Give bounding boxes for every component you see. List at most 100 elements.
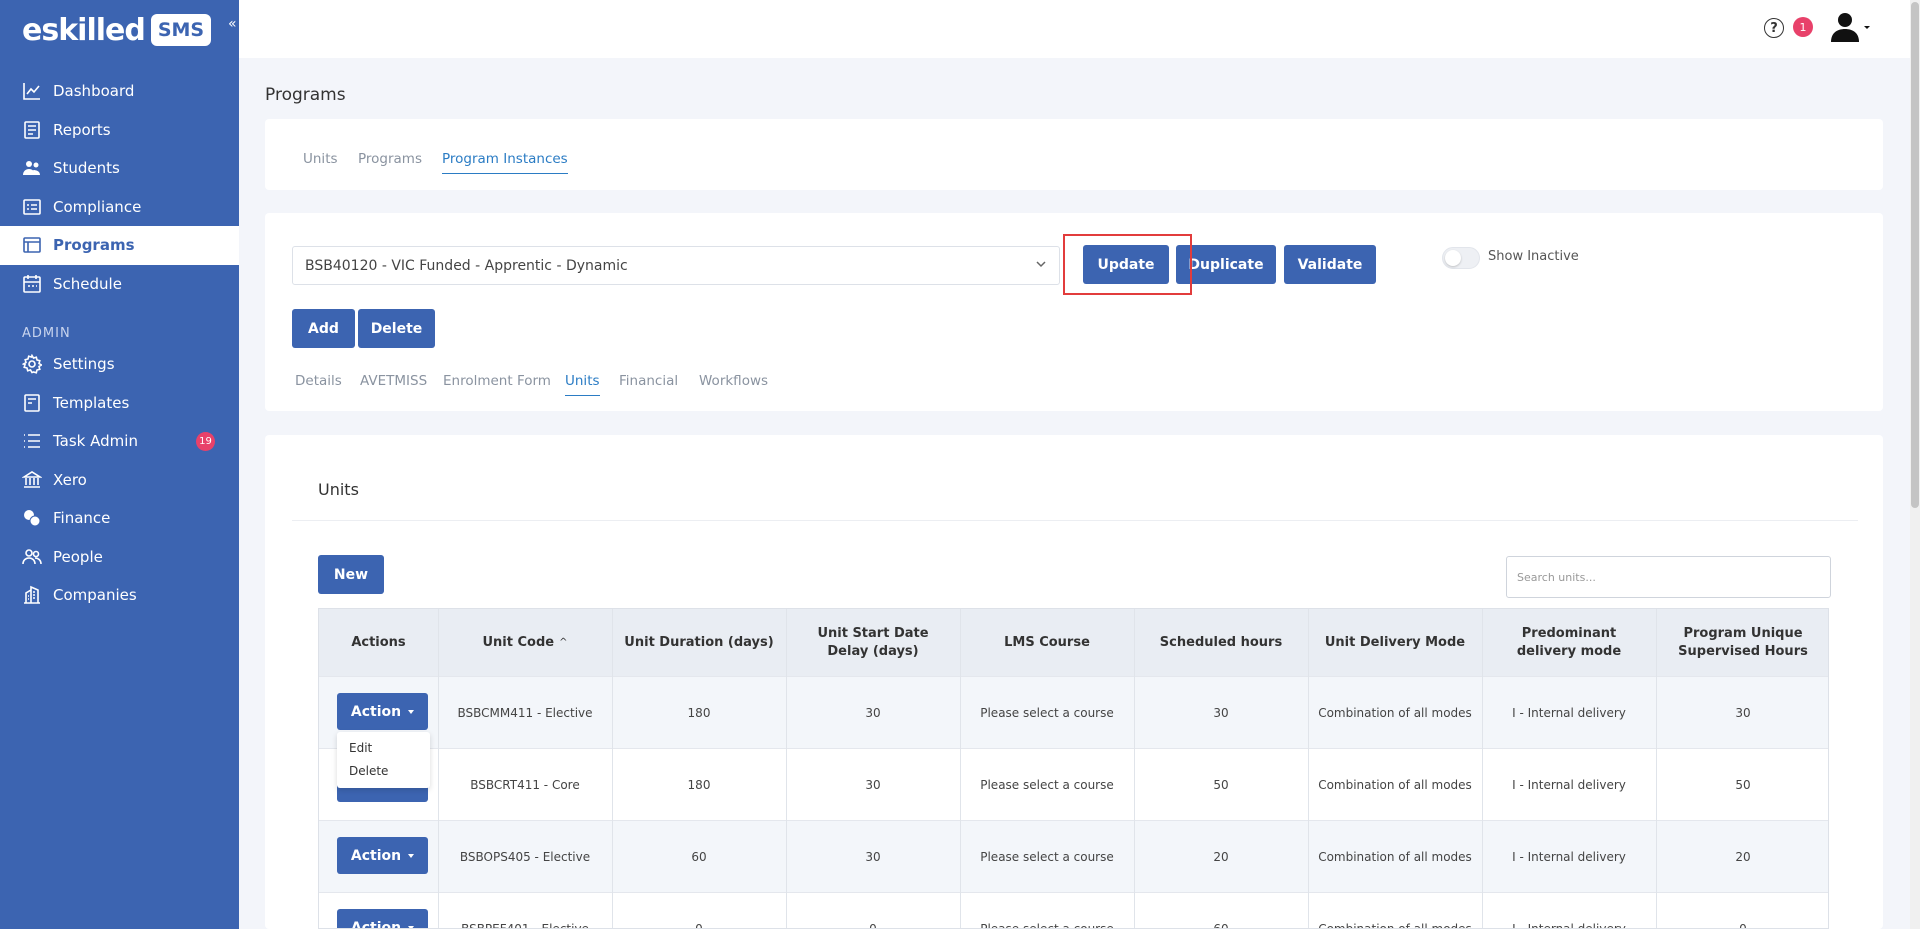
topbar: ? 1 xyxy=(239,0,1920,58)
action-dropdown-menu: Edit Delete xyxy=(337,732,430,788)
cell-scheduled-hours: 50 xyxy=(1213,778,1229,792)
col-unit-code[interactable]: Unit Code ^ xyxy=(438,609,612,676)
compliance-icon xyxy=(22,197,42,217)
search-units-input[interactable]: Search units... xyxy=(1506,556,1831,598)
sidebar-item-label: Xero xyxy=(53,470,87,489)
sidebar-item-templates[interactable]: Templates xyxy=(0,384,239,423)
sidebar-item-label: Templates xyxy=(53,393,130,412)
cell-scheduled-hours: 30 xyxy=(1213,706,1229,720)
sidebar-item-label: Dashboard xyxy=(53,82,135,101)
sidebar-item-xero[interactable]: Xero xyxy=(0,461,239,500)
column-separator xyxy=(1134,609,1135,928)
caret-down-icon xyxy=(408,925,415,928)
sidebar-item-dashboard[interactable]: Dashboard xyxy=(0,72,239,111)
cell-lms-course[interactable]: Please select a course xyxy=(960,677,1134,749)
people-icon xyxy=(22,547,42,567)
validate-button[interactable]: Validate xyxy=(1284,245,1376,284)
col-unit-delivery-mode: Unit Delivery Mode xyxy=(1324,634,1466,650)
help-icon[interactable]: ? xyxy=(1764,18,1784,38)
page-scrollbar-thumb[interactable] xyxy=(1911,2,1919,508)
new-unit-button[interactable]: New xyxy=(318,555,384,594)
column-separator xyxy=(1656,609,1657,928)
col-unit-duration: Unit Duration (days) xyxy=(624,634,774,650)
row-action-button[interactable]: Action xyxy=(337,909,428,929)
program-instance-controls-card: BSB40120 - VIC Funded - Apprentic - Dyna… xyxy=(265,213,1883,411)
coins-icon xyxy=(22,508,42,528)
program-instance-select-value: BSB40120 - VIC Funded - Apprentic - Dyna… xyxy=(305,257,628,274)
admin-section-label: ADMIN xyxy=(22,326,71,341)
cell-scheduled-hours: 20 xyxy=(1213,850,1229,864)
show-inactive-label: Show Inactive xyxy=(1488,249,1579,264)
cell-predominant-mode: I - Internal delivery xyxy=(1512,778,1626,792)
sidebar-item-label: Students xyxy=(53,159,120,178)
cell-start-delay: 30 xyxy=(865,850,881,864)
cell-lms-course[interactable]: Please select a course xyxy=(960,821,1134,893)
table-row: Action BSBCRT411 - Core 180 30 Please se… xyxy=(319,748,1828,821)
subtab-details[interactable]: Details xyxy=(295,373,342,389)
table-row: Action BSBOPS405 - Elective 60 30 Please… xyxy=(319,820,1828,893)
cell-lms-course[interactable]: Please select a course xyxy=(960,749,1134,821)
sidebar-item-schedule[interactable]: Schedule xyxy=(0,265,239,304)
column-separator xyxy=(786,609,787,928)
subtab-units[interactable]: Units xyxy=(565,373,600,396)
tab-program-instances[interactable]: Program Instances xyxy=(442,151,568,174)
sidebar-item-label: Settings xyxy=(53,355,115,374)
table-row: Action BSBPEF401 - Elective 0 0 Please s… xyxy=(319,892,1828,929)
sidebar-item-reports[interactable]: Reports xyxy=(0,111,239,150)
units-divider xyxy=(292,520,1858,521)
subtab-financial[interactable]: Financial xyxy=(619,373,678,389)
sidebar-item-people[interactable]: People xyxy=(0,538,239,577)
sidebar-item-programs[interactable]: Programs xyxy=(0,226,239,265)
row-action-button[interactable]: Action xyxy=(337,837,428,874)
dropdown-item-edit[interactable]: Edit xyxy=(349,741,372,755)
sidebar-item-settings[interactable]: Settings xyxy=(0,345,239,384)
logo-badge: SMS xyxy=(150,14,212,46)
col-program-unique-supervised-hours: Program Unique Supervised Hours xyxy=(1678,625,1808,659)
calendar-icon xyxy=(22,274,42,294)
sidebar-item-compliance[interactable]: Compliance xyxy=(0,188,239,227)
subtab-enrolment-form[interactable]: Enrolment Form xyxy=(443,373,551,389)
notification-badge[interactable]: 1 xyxy=(1793,17,1813,37)
cell-start-delay: 30 xyxy=(865,706,881,720)
sidebar-item-label: Programs xyxy=(53,236,135,255)
cell-supervised-hours: 0 xyxy=(1739,922,1747,929)
cell-unit-duration: 180 xyxy=(687,706,711,720)
cell-delivery-mode: Combination of all modes xyxy=(1318,778,1472,792)
row-action-label: Action xyxy=(350,703,402,720)
program-instance-select[interactable]: BSB40120 - VIC Funded - Apprentic - Dyna… xyxy=(292,246,1060,285)
col-unit-code-label: Unit Code xyxy=(482,634,555,650)
sidebar-item-finance[interactable]: Finance xyxy=(0,499,239,538)
logo[interactable]: eskilled SMS xyxy=(22,12,212,48)
page-title: Programs xyxy=(265,85,346,105)
subtab-avetmiss[interactable]: AVETMISS xyxy=(360,373,427,389)
delete-button[interactable]: Delete xyxy=(358,309,435,348)
dropdown-item-delete[interactable]: Delete xyxy=(349,764,388,778)
cell-lms-course[interactable]: Please select a course xyxy=(960,893,1134,928)
toggle-knob xyxy=(1445,250,1461,266)
sidebar-item-label: Schedule xyxy=(53,274,122,293)
sidebar-item-companies[interactable]: Companies xyxy=(0,576,239,615)
students-icon xyxy=(22,158,42,178)
tab-programs[interactable]: Programs xyxy=(358,151,422,167)
sidebar-item-label: Task Admin xyxy=(53,432,138,451)
cell-delivery-mode: Combination of all modes xyxy=(1318,850,1472,864)
collapse-sidebar-button[interactable]: « xyxy=(228,16,237,32)
tab-units[interactable]: Units xyxy=(303,151,338,167)
column-separator xyxy=(1308,609,1309,928)
row-action-label: Action xyxy=(350,919,402,929)
duplicate-button[interactable]: Duplicate xyxy=(1176,245,1276,284)
sidebar-item-label: Finance xyxy=(53,509,111,528)
add-button[interactable]: Add xyxy=(292,309,355,348)
row-action-button[interactable]: Action xyxy=(337,693,428,730)
user-avatar-icon[interactable] xyxy=(1830,12,1870,42)
row-action-label: Action xyxy=(350,847,402,864)
caret-down-icon xyxy=(408,853,415,858)
show-inactive-toggle[interactable] xyxy=(1442,247,1480,269)
subtab-workflows[interactable]: Workflows xyxy=(699,373,768,389)
sidebar-item-task-admin[interactable]: Task Admin 19 xyxy=(0,422,239,461)
update-button[interactable]: Update xyxy=(1083,245,1169,284)
sidebar: eskilled SMS « Dashboard Reports Student… xyxy=(0,0,239,929)
sidebar-item-students[interactable]: Students xyxy=(0,149,239,188)
sort-ascending-icon: ^ xyxy=(559,636,568,648)
column-separator xyxy=(438,609,439,928)
